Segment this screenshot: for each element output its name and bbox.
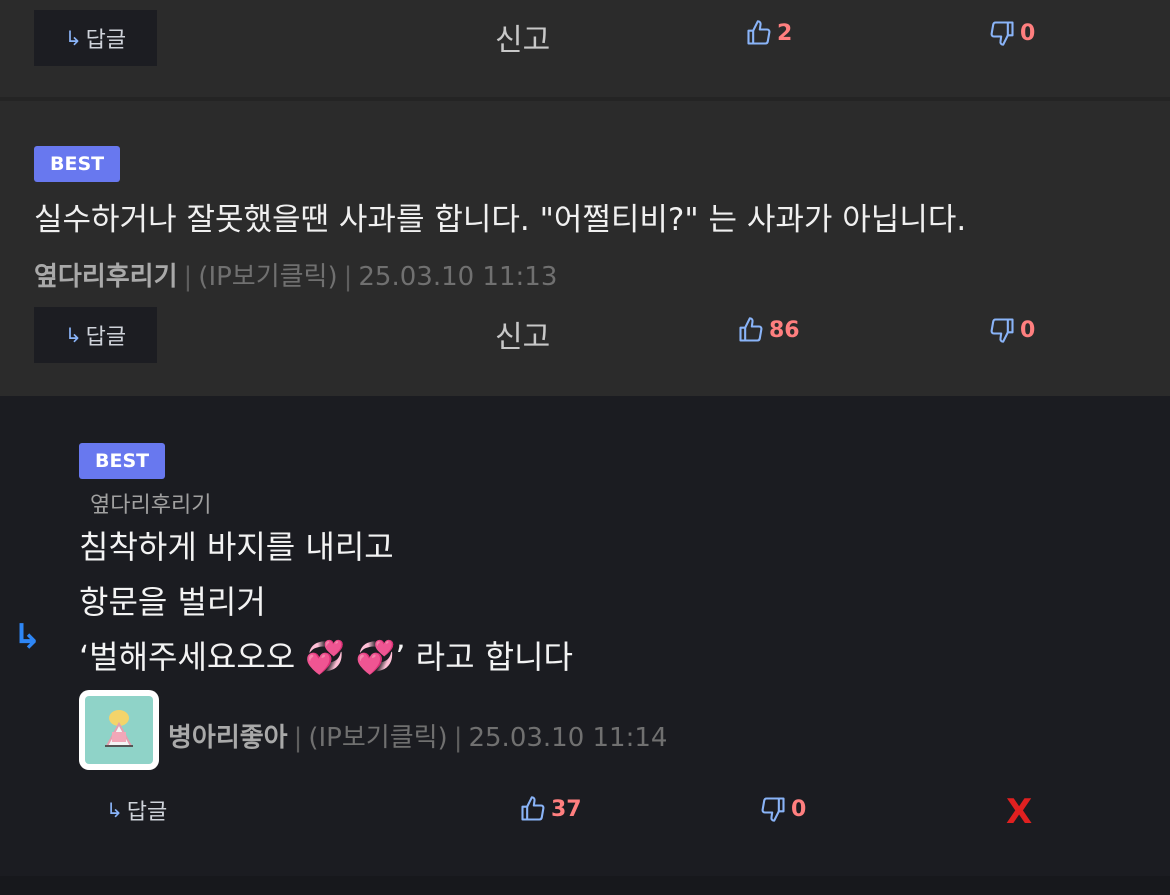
- ip-link[interactable]: (IP보기클릭): [308, 723, 447, 753]
- avatar[interactable]: [79, 690, 159, 770]
- reply-to-author[interactable]: 옆다리후리기: [90, 487, 211, 519]
- like-button[interactable]: 37: [519, 794, 582, 824]
- dislike-count: 0: [1020, 20, 1036, 46]
- dislike-button[interactable]: 0: [759, 794, 806, 824]
- like-button[interactable]: 2: [745, 18, 792, 48]
- report-button[interactable]: 신고: [495, 15, 550, 59]
- thumbs-up-icon: [745, 18, 773, 48]
- like-button[interactable]: 86: [737, 315, 800, 345]
- like-count: 86: [769, 317, 800, 343]
- best-badge: BEST: [34, 146, 121, 182]
- dislike-count: 0: [1020, 317, 1036, 343]
- reply-indicator-icon: ↳: [13, 617, 42, 657]
- meta-separator: |: [183, 262, 193, 292]
- ip-link[interactable]: (IP보기클릭): [198, 262, 337, 292]
- reply-button[interactable]: ↳ 답글: [34, 10, 157, 66]
- reply-label: 답글: [126, 800, 168, 825]
- author-name[interactable]: 옆다리후리기: [34, 262, 178, 292]
- dislike-button[interactable]: 0: [988, 315, 1035, 345]
- thumbs-up-icon: [519, 794, 547, 824]
- comment-meta: 옆다리후리기 | (IP보기클릭) | 25.03.10 11:13: [34, 256, 557, 293]
- timestamp: 25.03.10 11:14: [468, 723, 668, 753]
- dislike-count: 0: [791, 796, 807, 822]
- like-count: 37: [551, 796, 582, 822]
- thumbs-up-icon: [737, 315, 765, 345]
- thumbs-down-icon: [988, 315, 1016, 345]
- report-button[interactable]: 신고: [495, 312, 550, 356]
- comment-line: 항문을 벌리거: [79, 583, 266, 621]
- reply-button[interactable]: ↳ 답글: [106, 782, 196, 838]
- thumbs-down-icon: [988, 18, 1016, 48]
- comment-best-1: [0, 101, 1170, 396]
- like-count: 2: [777, 20, 793, 46]
- dislike-button[interactable]: 0: [988, 18, 1035, 48]
- delete-button[interactable]: X: [1006, 792, 1032, 832]
- author-name[interactable]: 병아리좋아: [168, 723, 288, 753]
- reply-label: 답글: [85, 325, 127, 350]
- reply-arrow-icon: ↳: [64, 26, 82, 50]
- comment-meta: 병아리좋아 | (IP보기클릭) | 25.03.10 11:14: [168, 717, 667, 754]
- meta-separator: |: [343, 262, 353, 292]
- thumbs-down-icon: [759, 794, 787, 824]
- reply-button[interactable]: ↳ 답글: [34, 307, 157, 363]
- meta-separator: |: [453, 723, 463, 753]
- reply-arrow-icon: ↳: [106, 798, 123, 822]
- comment-text: 실수하거나 잘못했을땐 사과를 합니다. "어쩔티비?" 는 사과가 아닙니다.: [34, 202, 967, 238]
- reply-label: 답글: [85, 28, 127, 53]
- best-badge: BEST: [79, 443, 166, 479]
- comment-line: ‘벌해주세요오오 💞 💞’ 라고 합니다: [79, 638, 573, 676]
- previous-comment-section: [0, 0, 1170, 97]
- meta-separator: |: [293, 723, 303, 753]
- comment-text: 침착하게 바지를 내리고 항문을 벌리거 ‘벌해주세요오오 💞 💞’ 라고 합니…: [79, 520, 573, 685]
- timestamp: 25.03.10 11:13: [358, 262, 558, 292]
- comment-line: 침착하게 바지를 내리고: [79, 528, 394, 566]
- reply-arrow-icon: ↳: [64, 323, 82, 347]
- divider: [0, 876, 1170, 895]
